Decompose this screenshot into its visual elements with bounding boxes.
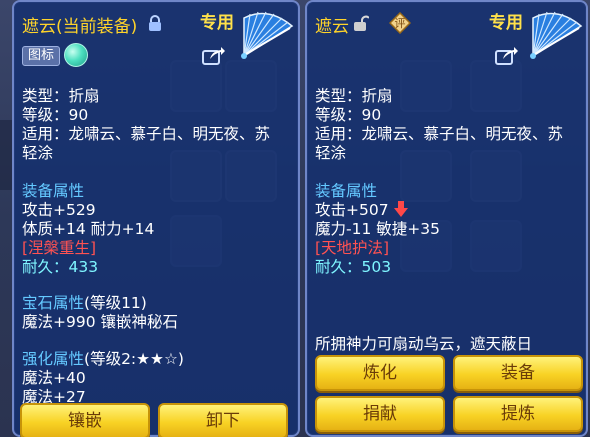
exclusive-badge: 专用 [489,13,523,33]
unlock-icon [353,15,370,36]
share-icon[interactable] [495,45,519,65]
item-suitable-cont: 轻涂 [22,144,54,162]
durability-label: 耐久： [315,258,362,276]
rating-badge: 评 [388,11,412,35]
durability-value: 503 [361,258,392,276]
durability-label: 耐久： [22,258,69,276]
item-suitable: 适用：龙啸云、慕子白、明无夜、苏 [315,125,564,143]
item-suitable: 适用：龙啸云、慕子白、明无夜、苏 [22,125,271,143]
durability: 耐久：433 [22,255,98,277]
item-name: 遮云 [315,17,349,37]
item-name: 遮云 [22,17,56,37]
icon-orb[interactable] [64,43,88,67]
lock-icon [148,15,162,36]
inlay-button[interactable]: 镶嵌 [20,403,150,437]
item-description: 所拥神力可扇动乌云，遮天蔽日 [315,335,533,353]
item-suitable-cont: 轻涂 [315,144,347,162]
current-equipment-panel: 遮云(当前装备) 专用 图标 类型：折扇 等级：90 适用：龙啸云、慕子白、明无… [12,0,300,437]
donate-button[interactable]: 捐献 [315,396,445,432]
enhance-level: (等级2:★★☆) [84,350,184,368]
durability: 耐久：503 [315,255,391,277]
current-equipped-label: (当前装备) [56,17,138,37]
unequip-button[interactable]: 卸下 [158,403,288,437]
fan-item-icon [236,4,296,66]
compare-item-panel: 遮云 评 专用 类型：折扇 等级：90 适用：龙啸云、慕子白、明无夜、苏 轻涂 … [305,0,588,437]
durability-value: 433 [68,258,99,276]
gem-effect: 魔法+990 镶嵌神秘石 [22,313,178,331]
exclusive-badge: 专用 [200,13,234,33]
refine-button[interactable]: 炼化 [315,355,445,391]
fan-item-icon [525,4,585,66]
icon-tag: 图标 [22,46,61,66]
extract-button[interactable]: 提炼 [453,396,583,432]
share-icon[interactable] [202,45,226,65]
item-title: 遮云(当前装备) [22,12,137,37]
equip-button[interactable]: 装备 [453,355,583,391]
